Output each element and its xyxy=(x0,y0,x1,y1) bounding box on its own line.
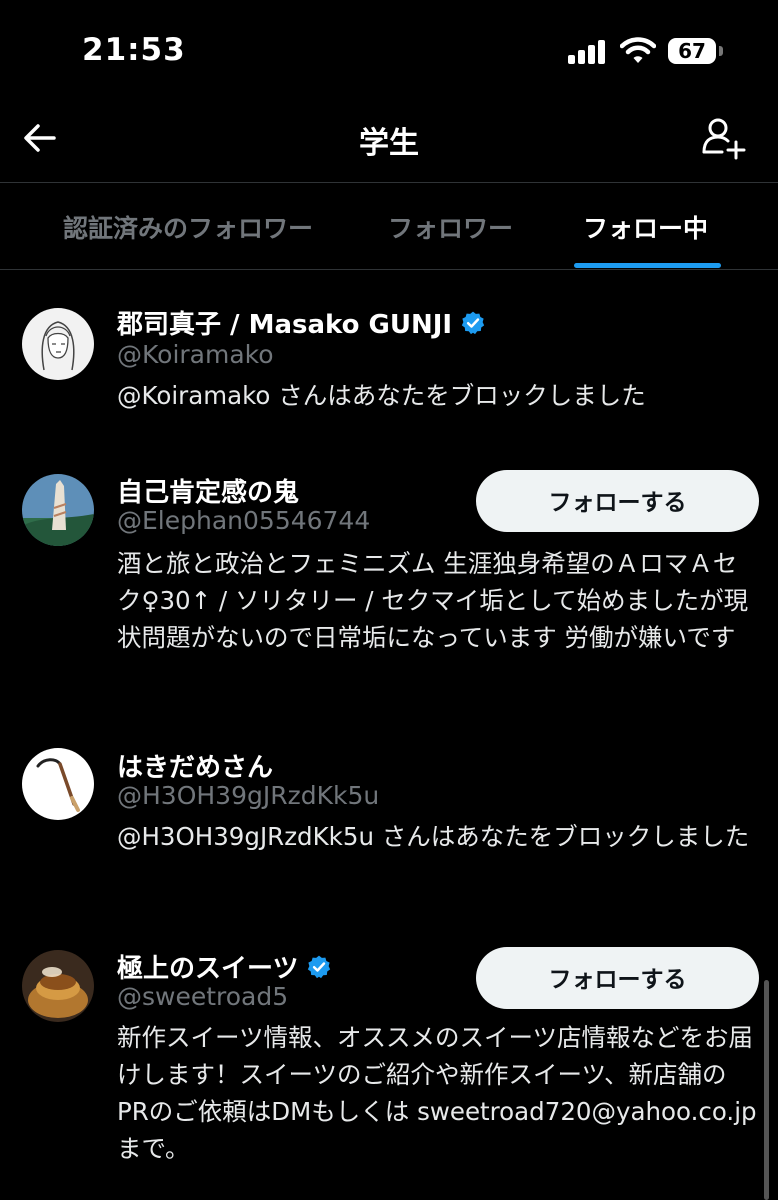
verified-badge-icon xyxy=(461,311,485,334)
user-handle: @sweetroad5 xyxy=(117,982,289,1011)
add-user-icon[interactable] xyxy=(700,114,748,162)
avatar[interactable] xyxy=(22,308,94,380)
status-time: 21:53 xyxy=(82,32,186,68)
user-display-name[interactable]: はきだめさん xyxy=(117,747,273,784)
user-handle: @Elephan05546744 xyxy=(117,506,371,535)
avatar[interactable] xyxy=(22,474,94,546)
user-bio: @Koiramako さんはあなたをブロックしました xyxy=(117,381,646,410)
user-display-name[interactable]: 郡司真子 / Masako GUNJI xyxy=(117,304,452,341)
tab-followers[interactable]: フォロワー xyxy=(388,209,513,245)
battery-nub xyxy=(719,46,723,56)
user-bio: @H3OH39gJRzdKk5u さんはあなたをブロックしました xyxy=(117,822,750,851)
list-item[interactable]: 自己肯定感の鬼 フォローする @Elephan05546744 酒と旅と政治とフ… xyxy=(0,470,778,700)
list-item[interactable]: 郡司真子 / Masako GUNJI @Koiramako @Koiramak… xyxy=(0,300,778,430)
avatar[interactable] xyxy=(22,950,94,1022)
tab-following[interactable]: フォロー中 xyxy=(583,209,708,245)
list-item[interactable]: はきだめさん @H3OH39gJRzdKk5u @H3OH39gJRzdKk5u… xyxy=(0,745,778,895)
status-bar: 21:53 67 xyxy=(0,0,778,100)
user-bio: 酒と旅と政治とフェミニズム 生涯独身希望のＡロマＡセク♀30↑ / ソリタリー … xyxy=(117,549,749,652)
wifi-icon xyxy=(620,37,656,63)
scrollbar[interactable] xyxy=(764,980,769,1200)
page-title: 学生 xyxy=(359,126,419,161)
list-item[interactable]: 極上のスイーツ フォローする @sweetroad5 新作スイーツ情報、オススメ… xyxy=(0,946,778,1200)
cellular-signal-icon xyxy=(568,40,608,64)
tab-bar: 認証済みのフォロワー フォロワー フォロー中 xyxy=(0,183,778,270)
follow-button[interactable]: フォローする xyxy=(476,947,759,1009)
avatar[interactable] xyxy=(22,748,94,820)
active-tab-indicator xyxy=(574,263,721,268)
tab-verified-followers[interactable]: 認証済みのフォロワー xyxy=(63,209,313,245)
follow-button[interactable]: フォローする xyxy=(476,470,759,532)
header: 学生 xyxy=(0,100,778,183)
user-display-name[interactable]: 極上のスイーツ xyxy=(117,948,298,985)
battery-icon: 67 xyxy=(668,38,716,64)
user-handle: @Koiramako xyxy=(117,340,274,369)
user-handle: @H3OH39gJRzdKk5u xyxy=(117,781,380,810)
user-bio: 新作スイーツ情報、オススメのスイーツ店情報などをお届けします！スイーツのご紹介や… xyxy=(117,1023,757,1163)
verified-badge-icon xyxy=(308,955,331,978)
user-display-name[interactable]: 自己肯定感の鬼 xyxy=(117,472,299,509)
